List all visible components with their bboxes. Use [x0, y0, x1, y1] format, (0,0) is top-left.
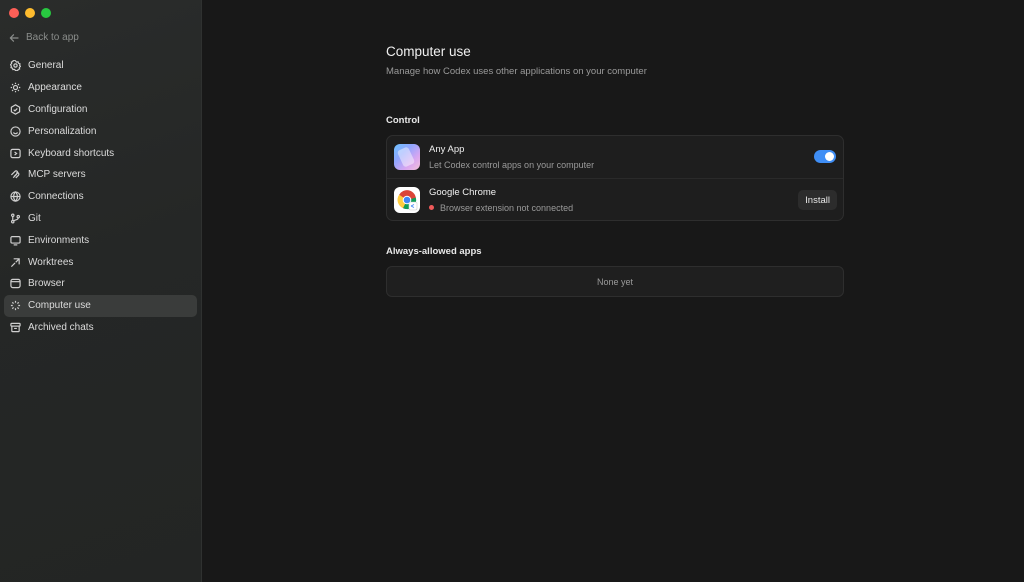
sidebar-item-label: Worktrees [28, 256, 74, 268]
gear-icon [10, 60, 21, 72]
sidebar-item-label: Git [28, 212, 41, 224]
page-subtitle: Manage how Codex uses other applications… [386, 66, 647, 77]
page-title: Computer use [386, 44, 471, 59]
sidebar-item-label: Configuration [28, 103, 88, 115]
settings-main-panel: Computer use Manage how Codex uses other… [203, 0, 1024, 582]
chrome-icon [394, 186, 420, 213]
sidebar-item-personalization[interactable]: Personalization [4, 120, 197, 142]
google-chrome-row: Google Chrome Browser extension not conn… [387, 178, 843, 220]
any-app-description: Let Codex control apps on your computer [429, 160, 594, 170]
archive-icon [10, 322, 21, 333]
sidebar: Back to app General Appearance Configura… [0, 0, 202, 582]
sidebar-item-label: MCP servers [28, 169, 86, 181]
smile-icon [10, 126, 21, 137]
sidebar-item-computer-use[interactable]: Computer use [4, 294, 197, 317]
monitor-icon [10, 235, 21, 246]
arrow-left-icon [9, 33, 19, 42]
browser-icon [10, 278, 21, 289]
chrome-status-text: Browser extension not connected [440, 202, 574, 213]
sidebar-item-label: Connections [28, 191, 84, 203]
sidebar-item-general[interactable]: General [4, 55, 197, 77]
chrome-logo-icon [397, 189, 418, 210]
always-allowed-empty-state: None yet [386, 266, 844, 297]
any-app-toggle[interactable] [814, 150, 836, 163]
chrome-status: Browser extension not connected [429, 203, 573, 213]
status-dot-icon [429, 205, 434, 210]
install-button[interactable]: Install [798, 190, 837, 210]
sidebar-item-keyboard-shortcuts[interactable]: Keyboard shortcuts [4, 142, 197, 164]
back-to-app-link[interactable]: Back to app [9, 32, 79, 43]
control-section-label: Control [386, 115, 420, 126]
sidebar-item-label: Computer use [28, 300, 91, 312]
sidebar-item-appearance[interactable]: Appearance [4, 77, 197, 99]
sidebar-item-environments[interactable]: Environments [4, 229, 197, 251]
always-allowed-section-label: Always-allowed apps [386, 246, 482, 257]
sparkle-icon [10, 300, 21, 311]
settings-nav: General Appearance Configuration Persona… [4, 55, 197, 338]
sidebar-item-label: Browser [28, 278, 65, 290]
sidebar-item-mcp-servers[interactable]: MCP servers [4, 164, 197, 186]
close-window-button[interactable] [9, 8, 19, 18]
back-label: Back to app [26, 32, 79, 43]
sun-icon [10, 82, 21, 93]
any-app-row: Any App Let Codex control apps on your c… [387, 136, 843, 178]
sidebar-item-label: Appearance [28, 82, 82, 94]
mcp-icon [10, 169, 21, 180]
keyboard-icon [10, 148, 21, 159]
sidebar-item-label: Personalization [28, 125, 97, 137]
config-icon [10, 104, 21, 115]
worktree-icon [10, 257, 21, 268]
sidebar-item-configuration[interactable]: Configuration [4, 99, 197, 121]
minimize-window-button[interactable] [25, 8, 35, 18]
git-branch-icon [10, 213, 21, 224]
window-controls [9, 8, 51, 18]
sidebar-item-label: Keyboard shortcuts [28, 147, 115, 159]
any-app-icon [394, 144, 420, 170]
computer-use-settings: Computer use Manage how Codex uses other… [386, 44, 844, 297]
sidebar-item-label: General [28, 60, 64, 72]
any-app-name: Any App [429, 144, 465, 155]
sidebar-item-archived-chats[interactable]: Archived chats [4, 317, 197, 339]
sidebar-item-git[interactable]: Git [4, 208, 197, 230]
empty-state-text: None yet [596, 276, 634, 287]
zoom-window-button[interactable] [41, 8, 51, 18]
sidebar-item-label: Archived chats [28, 321, 94, 333]
sidebar-item-connections[interactable]: Connections [4, 186, 197, 208]
control-card: Any App Let Codex control apps on your c… [386, 135, 844, 221]
globe-icon [10, 191, 21, 203]
sidebar-item-worktrees[interactable]: Worktrees [4, 251, 197, 273]
sidebar-item-browser[interactable]: Browser [4, 273, 197, 295]
chrome-name: Google Chrome [429, 186, 497, 198]
any-app-description-text: Let Codex control apps on your computer [429, 160, 595, 170]
sidebar-item-label: Environments [28, 234, 90, 246]
